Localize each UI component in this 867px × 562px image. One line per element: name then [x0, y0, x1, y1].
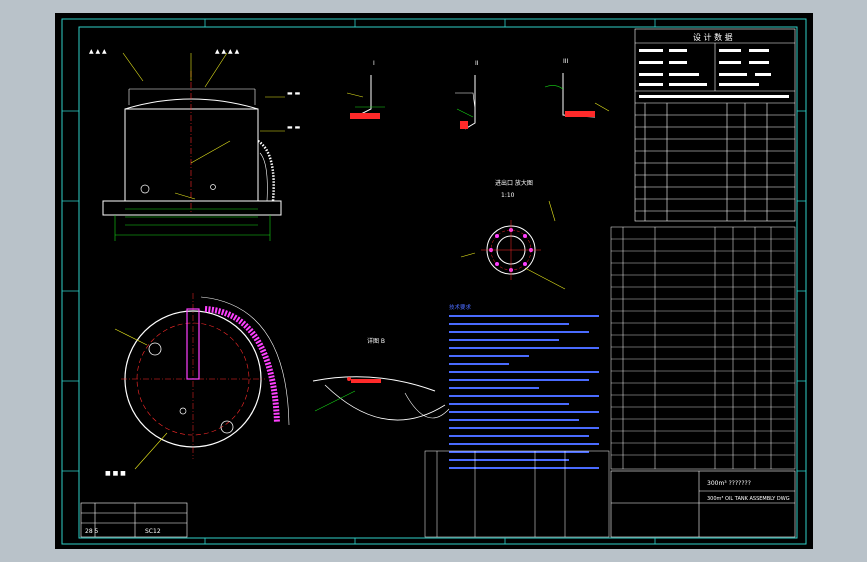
section-label-ii: II: [475, 60, 479, 67]
design-data-heading: 设 计 数 据: [693, 32, 733, 42]
section-label-iii: III: [563, 58, 569, 65]
svg-text:▲ ▲ ▲ ▲: ▲ ▲ ▲ ▲: [215, 48, 240, 55]
svg-text:▬ ▬: ▬ ▬: [287, 124, 301, 131]
drawing-sheet: ▲ ▲ ▲ ▲ ▲ ▲ ▲ ▬ ▬ ▬ ▬ I II III 进出口 放大图 1:1…: [61, 18, 807, 545]
technical-notes: 技术要求: [449, 303, 599, 469]
title-block: [610, 470, 796, 538]
drawing-title: 300m³ ???????: [707, 480, 751, 487]
inner-frame: [78, 26, 798, 539]
parts-list-rows: [611, 238, 795, 456]
design-data-table: [634, 28, 796, 222]
parts-list-table: [610, 226, 796, 470]
tank-elevation: ▲ ▲ ▲ ▲ ▲ ▲ ▲ ▬ ▬ ▬ ▬: [89, 48, 301, 241]
detail-b-title: 详图 B: [367, 337, 385, 345]
svg-text:▲ ▲ ▲: ▲ ▲ ▲: [89, 48, 107, 55]
nozzle-detail: 进出口 放大图 1:10: [460, 179, 566, 290]
scale-label: SC12: [145, 528, 161, 535]
svg-text:▬ ▬: ▬ ▬: [287, 90, 301, 97]
bottom-table: [424, 450, 610, 538]
svg-text:■ ■ ■: ■ ■ ■: [105, 470, 126, 477]
revision-label: 28 5: [85, 528, 99, 535]
tank-plan-view: ■ ■ ■: [105, 293, 290, 477]
section-details: I II III: [346, 58, 610, 130]
nozzle-detail-title: 进出口 放大图: [495, 179, 533, 187]
nozzle-detail-scale: 1:10: [501, 192, 515, 199]
drawing-subtitle: 300m³ OIL TANK ASSEMBLY DWG: [707, 496, 790, 502]
notes-heading: 技术要求: [449, 303, 472, 311]
design-data-cells: [639, 49, 789, 98]
detail-b: 详图 B: [312, 337, 450, 421]
cad-drawing-viewport[interactable]: ▲ ▲ ▲ ▲ ▲ ▲ ▲ ▬ ▬ ▬ ▬ I II III 进出口 放大图 1:1…: [55, 13, 813, 549]
section-label-i: I: [373, 60, 375, 67]
